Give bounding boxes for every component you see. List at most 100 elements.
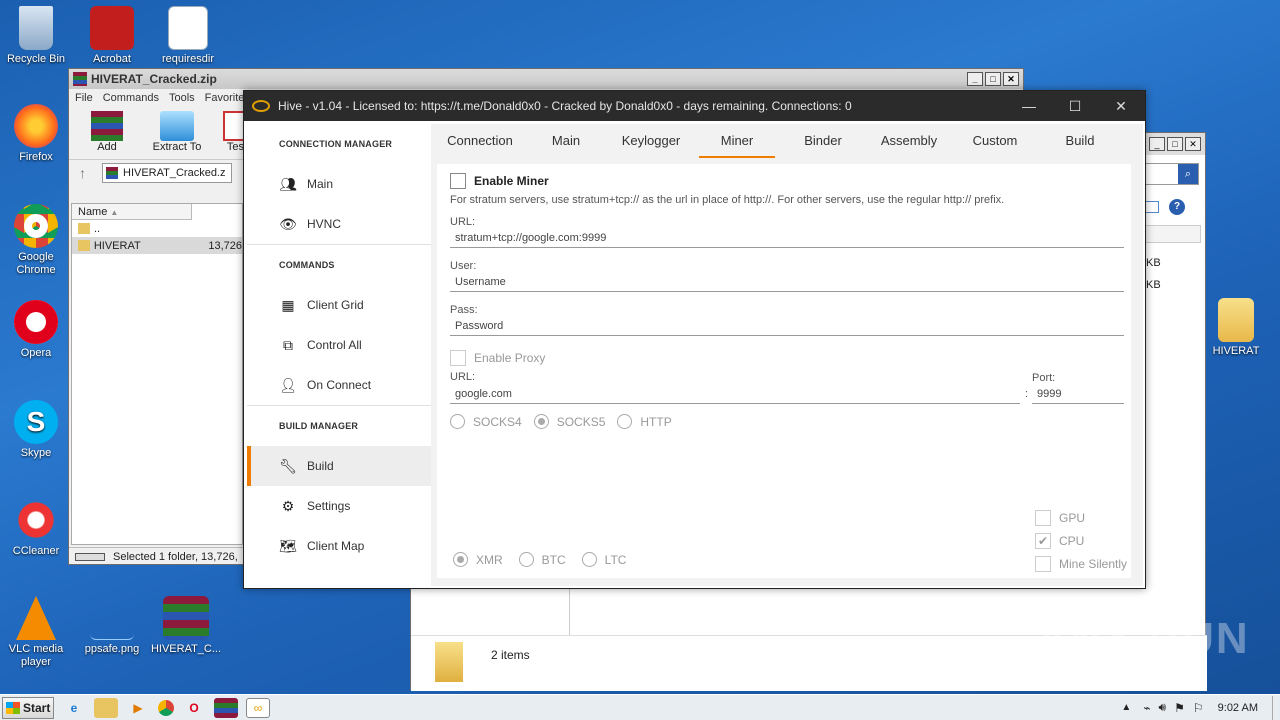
- close-button[interactable]: ✕: [1003, 72, 1019, 86]
- desktop-icon-hiverat-folder[interactable]: HIVERAT: [1200, 298, 1272, 358]
- sidebar-item-client-grid[interactable]: ▦ Client Grid: [247, 285, 431, 325]
- checkbox-box[interactable]: [1035, 510, 1051, 526]
- desktop-icon-opera[interactable]: Opera: [0, 300, 72, 360]
- sidebar-item-client-map[interactable]: 🗺︎ Client Map: [247, 526, 431, 566]
- minimize-icon[interactable]: —: [1006, 91, 1052, 121]
- desktop-icon-firefox[interactable]: Firefox: [0, 104, 72, 164]
- ltc-radio[interactable]: [581, 552, 597, 567]
- clock[interactable]: 9:02 AM: [1218, 702, 1258, 714]
- ie-icon[interactable]: e: [62, 698, 86, 718]
- action-center-icon[interactable]: ⚑: [1174, 701, 1185, 715]
- mine-silently-checkbox[interactable]: Mine Silently: [1035, 556, 1127, 572]
- desktop-icon-acrobat[interactable]: Acrobat: [76, 6, 148, 66]
- explorer-search-box[interactable]: ⌕: [1137, 163, 1199, 185]
- extract-to-button[interactable]: Extract To: [145, 107, 209, 159]
- folder-icon: [78, 240, 90, 251]
- opera-taskbar-icon[interactable]: O: [182, 698, 206, 718]
- volume-icon[interactable]: 🔊︎: [1159, 700, 1167, 715]
- socks4-radio[interactable]: [450, 414, 465, 429]
- column-header-name[interactable]: Name ▲: [72, 204, 192, 220]
- help-icon[interactable]: ?: [1169, 199, 1185, 215]
- enable-miner-checkbox[interactable]: Enable Miner: [450, 173, 549, 189]
- checkbox-box[interactable]: [450, 350, 466, 366]
- maximize-button[interactable]: □: [985, 72, 1001, 86]
- tab-binder[interactable]: Binder: [775, 124, 871, 158]
- explorer-close-button[interactable]: ✕: [1185, 137, 1201, 151]
- enable-proxy-checkbox[interactable]: Enable Proxy: [450, 350, 545, 366]
- tab-custom[interactable]: Custom: [947, 124, 1043, 158]
- sidebar-item-control-all[interactable]: ⧉ Control All: [247, 325, 431, 365]
- desktop-icon-hiverat-archive[interactable]: HIVERAT_C...: [150, 596, 222, 656]
- cpu-checkbox[interactable]: CPU: [1035, 533, 1084, 549]
- sidebar-item-build[interactable]: 🔧︎ Build: [247, 446, 431, 486]
- desktop-icon-ccleaner[interactable]: CCleaner: [0, 498, 72, 558]
- pass-input[interactable]: Password: [450, 316, 1124, 336]
- url-label: URL:: [450, 216, 476, 228]
- table-row[interactable]: ..: [72, 220, 242, 237]
- add-button[interactable]: Add: [75, 107, 139, 159]
- sidebar-item-main[interactable]: 👥︎ Main: [247, 164, 431, 204]
- view-options-icon[interactable]: [1145, 201, 1159, 213]
- flag-icon[interactable]: ⚐: [1193, 701, 1204, 715]
- btc-radio[interactable]: [518, 552, 534, 567]
- menu-file[interactable]: File: [75, 92, 93, 104]
- chrome-taskbar-icon[interactable]: [158, 699, 174, 716]
- tab-assembly[interactable]: Assembly: [871, 124, 947, 158]
- start-button[interactable]: Start: [2, 696, 54, 719]
- menu-favorites[interactable]: Favorite: [205, 92, 245, 104]
- tab-build[interactable]: Build: [1043, 124, 1117, 158]
- checkbox-box[interactable]: [1035, 556, 1051, 572]
- hive-title-bar[interactable]: Hive - v1.04 - Licensed to: https://t.me…: [244, 91, 1145, 121]
- sidebar-item-settings[interactable]: ⚙ Settings: [247, 486, 431, 526]
- explorer-minimize-button[interactable]: _: [1149, 137, 1165, 151]
- menu-commands[interactable]: Commands: [103, 92, 159, 104]
- minimize-button[interactable]: _: [967, 72, 983, 86]
- explorer-icon[interactable]: [94, 697, 118, 718]
- port-input[interactable]: 9999: [1032, 384, 1124, 404]
- menu-tools[interactable]: Tools: [169, 92, 195, 104]
- explorer-maximize-button[interactable]: □: [1167, 137, 1183, 151]
- path-field[interactable]: HIVERAT_Cracked.z: [102, 162, 232, 183]
- winrar-taskbar-icon[interactable]: [214, 697, 238, 718]
- sidebar-item-on-connect[interactable]: 👤︎ On Connect: [247, 365, 431, 405]
- tray-expand-icon[interactable]: ▲: [1121, 702, 1131, 713]
- up-arrow-icon[interactable]: ↑: [79, 165, 86, 181]
- port-separator: :: [1025, 388, 1029, 400]
- user-input[interactable]: Username: [450, 272, 1124, 292]
- desktop-icon-skype[interactable]: S Skype: [0, 400, 72, 460]
- maximize-icon[interactable]: ☐: [1052, 91, 1098, 121]
- desktop-icon-ppsafe[interactable]: ppsafe.png: [76, 596, 148, 656]
- desktop-icon-vlc[interactable]: VLC media player: [0, 596, 72, 669]
- media-player-icon[interactable]: ▶: [126, 698, 150, 718]
- tab-miner[interactable]: Miner: [699, 124, 775, 158]
- hive-window[interactable]: Hive - v1.04 - Licensed to: https://t.me…: [243, 90, 1146, 589]
- firefox-icon: [14, 104, 58, 148]
- winrar-app-icon: [73, 72, 87, 86]
- search-icon[interactable]: ⌕: [1178, 164, 1198, 184]
- socks5-radio[interactable]: [533, 414, 549, 429]
- explorer-column-header: [1141, 225, 1201, 243]
- checkbox-box[interactable]: [1035, 533, 1051, 549]
- archive-small-icon: [106, 166, 118, 179]
- winrar-title-bar[interactable]: HIVERAT_Cracked.zip _ □ ✕: [69, 69, 1023, 89]
- user-plus-icon: 👤︎: [279, 376, 297, 393]
- url-input[interactable]: stratum+tcp://google.com:9999: [450, 228, 1124, 248]
- desktop-icon-chrome[interactable]: Google Chrome: [0, 204, 72, 277]
- add-icon: [91, 111, 123, 141]
- desktop-icon-recycle-bin[interactable]: Recycle Bin: [0, 6, 72, 66]
- gpu-checkbox[interactable]: GPU: [1035, 510, 1085, 526]
- tab-connection[interactable]: Connection: [431, 124, 529, 158]
- close-icon[interactable]: ✕: [1098, 91, 1144, 121]
- desktop-icon-requiresdir[interactable]: requiresdir: [152, 6, 224, 66]
- hive-taskbar-icon[interactable]: ∞: [246, 697, 270, 718]
- table-row[interactable]: HIVERAT 13,726: [72, 237, 242, 254]
- network-icon[interactable]: ⌁: [1143, 701, 1150, 715]
- xmr-radio[interactable]: [453, 552, 468, 567]
- checkbox-box[interactable]: [450, 173, 466, 189]
- proxy-url-input[interactable]: google.com: [450, 384, 1020, 404]
- show-desktop-button[interactable]: [1272, 695, 1280, 720]
- sidebar-item-hvnc[interactable]: 👁︎ HVNC: [247, 204, 431, 244]
- http-radio[interactable]: [617, 414, 633, 429]
- tab-keylogger[interactable]: Keylogger: [603, 124, 699, 158]
- tab-main[interactable]: Main: [529, 124, 603, 158]
